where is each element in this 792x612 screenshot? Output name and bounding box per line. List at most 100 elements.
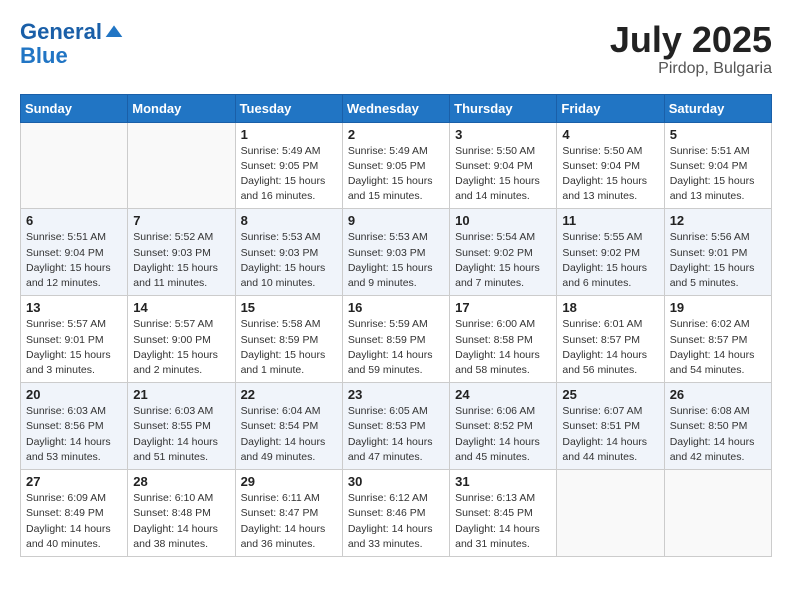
day-number: 30 (348, 474, 444, 489)
day-info: Sunrise: 6:11 AMSunset: 8:47 PMDaylight:… (241, 491, 337, 552)
calendar-week-row: 13 Sunrise: 5:57 AMSunset: 9:01 PMDayligh… (21, 296, 772, 383)
page-header: General Blue July 2025 Pirdop, Bulgaria (20, 20, 772, 78)
day-number: 23 (348, 387, 444, 402)
logo-text-blue: Blue (20, 44, 124, 68)
day-info: Sunrise: 6:02 AMSunset: 8:57 PMDaylight:… (670, 317, 766, 378)
calendar-table: Sunday Monday Tuesday Wednesday Thursday… (20, 94, 772, 557)
table-row: 24Sunrise: 6:06 AMSunset: 8:52 PMDayligh… (450, 383, 557, 470)
table-row: 21 Sunrise: 6:03 AMSunset: 8:55 PMDayligh… (128, 383, 235, 470)
day-number: 25 (562, 387, 658, 402)
day-info: Sunrise: 5:51 AMSunset: 9:04 PMDaylight:… (670, 144, 766, 205)
day-info: Sunrise: 6:04 AMSunset: 8:54 PMDaylight:… (241, 404, 337, 465)
day-info: Sunrise: 5:55 AMSunset: 9:02 PMDaylight:… (562, 230, 658, 291)
day-number: 15 (241, 300, 337, 315)
table-row: 25Sunrise: 6:07 AMSunset: 8:51 PMDayligh… (557, 383, 664, 470)
day-number: 14 (133, 300, 229, 315)
calendar-week-row: 1 Sunrise: 5:49 AMSunset: 9:05 PMDaylight… (21, 122, 772, 209)
day-number: 26 (670, 387, 766, 402)
day-number: 3 (455, 127, 551, 142)
day-number: 6 (26, 213, 122, 228)
table-row: 14 Sunrise: 5:57 AMSunset: 9:00 PMDayligh… (128, 296, 235, 383)
table-row: 26 Sunrise: 6:08 AMSunset: 8:50 PMDayligh… (664, 383, 771, 470)
table-row: 23 Sunrise: 6:05 AMSunset: 8:53 PMDayligh… (342, 383, 449, 470)
day-info: Sunrise: 6:00 AMSunset: 8:58 PMDaylight:… (455, 317, 551, 378)
day-info: Sunrise: 6:09 AMSunset: 8:49 PMDaylight:… (26, 491, 122, 552)
col-thursday: Thursday (450, 94, 557, 122)
day-info: Sunrise: 6:03 AMSunset: 8:56 PMDaylight:… (26, 404, 122, 465)
day-info: Sunrise: 5:49 AMSunset: 9:05 PMDaylight:… (241, 144, 337, 205)
table-row: 17Sunrise: 6:00 AMSunset: 8:58 PMDayligh… (450, 296, 557, 383)
day-number: 13 (26, 300, 122, 315)
day-info: Sunrise: 5:59 AMSunset: 8:59 PMDaylight:… (348, 317, 444, 378)
day-info: Sunrise: 5:49 AMSunset: 9:05 PMDaylight:… (348, 144, 444, 205)
table-row: 5 Sunrise: 5:51 AMSunset: 9:04 PMDaylight… (664, 122, 771, 209)
day-number: 2 (348, 127, 444, 142)
col-tuesday: Tuesday (235, 94, 342, 122)
table-row: 30 Sunrise: 6:12 AMSunset: 8:46 PMDayligh… (342, 470, 449, 557)
day-number: 16 (348, 300, 444, 315)
table-row: 20 Sunrise: 6:03 AMSunset: 8:56 PMDayligh… (21, 383, 128, 470)
table-row: 11 Sunrise: 5:55 AMSunset: 9:02 PMDayligh… (557, 209, 664, 296)
table-row: 8 Sunrise: 5:53 AMSunset: 9:03 PMDaylight… (235, 209, 342, 296)
day-info: Sunrise: 6:05 AMSunset: 8:53 PMDaylight:… (348, 404, 444, 465)
day-number: 22 (241, 387, 337, 402)
day-number: 18 (562, 300, 658, 315)
table-row: 2 Sunrise: 5:49 AMSunset: 9:05 PMDaylight… (342, 122, 449, 209)
table-row: 28Sunrise: 6:10 AMSunset: 8:48 PMDayligh… (128, 470, 235, 557)
col-monday: Monday (128, 94, 235, 122)
table-row: 1 Sunrise: 5:49 AMSunset: 9:05 PMDaylight… (235, 122, 342, 209)
day-info: Sunrise: 5:53 AMSunset: 9:03 PMDaylight:… (348, 230, 444, 291)
day-info: Sunrise: 6:03 AMSunset: 8:55 PMDaylight:… (133, 404, 229, 465)
table-row: 7Sunrise: 5:52 AMSunset: 9:03 PMDaylight… (128, 209, 235, 296)
day-info: Sunrise: 5:57 AMSunset: 9:00 PMDaylight:… (133, 317, 229, 378)
table-row: 9 Sunrise: 5:53 AMSunset: 9:03 PMDaylight… (342, 209, 449, 296)
day-info: Sunrise: 5:50 AMSunset: 9:04 PMDaylight:… (455, 144, 551, 205)
day-info: Sunrise: 6:08 AMSunset: 8:50 PMDaylight:… (670, 404, 766, 465)
table-row: 29 Sunrise: 6:11 AMSunset: 8:47 PMDayligh… (235, 470, 342, 557)
day-info: Sunrise: 5:51 AMSunset: 9:04 PMDaylight:… (26, 230, 122, 291)
month-year: July 2025 (610, 20, 772, 60)
day-info: Sunrise: 5:57 AMSunset: 9:01 PMDaylight:… (26, 317, 122, 378)
table-row: 4Sunrise: 5:50 AMSunset: 9:04 PMDaylight… (557, 122, 664, 209)
day-number: 5 (670, 127, 766, 142)
table-row: 16 Sunrise: 5:59 AMSunset: 8:59 PMDayligh… (342, 296, 449, 383)
logo-text: General (20, 20, 102, 44)
calendar-week-row: 20 Sunrise: 6:03 AMSunset: 8:56 PMDayligh… (21, 383, 772, 470)
day-number: 20 (26, 387, 122, 402)
day-number: 21 (133, 387, 229, 402)
day-info: Sunrise: 5:50 AMSunset: 9:04 PMDaylight:… (562, 144, 658, 205)
calendar-header-row: Sunday Monday Tuesday Wednesday Thursday… (21, 94, 772, 122)
table-row: 13 Sunrise: 5:57 AMSunset: 9:01 PMDayligh… (21, 296, 128, 383)
table-row (128, 122, 235, 209)
title-block: July 2025 Pirdop, Bulgaria (610, 20, 772, 78)
col-sunday: Sunday (21, 94, 128, 122)
day-info: Sunrise: 5:56 AMSunset: 9:01 PMDaylight:… (670, 230, 766, 291)
col-saturday: Saturday (664, 94, 771, 122)
table-row (21, 122, 128, 209)
table-row: 10Sunrise: 5:54 AMSunset: 9:02 PMDayligh… (450, 209, 557, 296)
day-info: Sunrise: 5:52 AMSunset: 9:03 PMDaylight:… (133, 230, 229, 291)
table-row: 3 Sunrise: 5:50 AMSunset: 9:04 PMDaylight… (450, 122, 557, 209)
table-row: 19Sunrise: 6:02 AMSunset: 8:57 PMDayligh… (664, 296, 771, 383)
day-info: Sunrise: 5:53 AMSunset: 9:03 PMDaylight:… (241, 230, 337, 291)
day-number: 29 (241, 474, 337, 489)
table-row (557, 470, 664, 557)
calendar-week-row: 6 Sunrise: 5:51 AMSunset: 9:04 PMDaylight… (21, 209, 772, 296)
logo-icon (104, 22, 124, 42)
day-info: Sunrise: 6:12 AMSunset: 8:46 PMDaylight:… (348, 491, 444, 552)
day-info: Sunrise: 6:01 AMSunset: 8:57 PMDaylight:… (562, 317, 658, 378)
day-info: Sunrise: 6:06 AMSunset: 8:52 PMDaylight:… (455, 404, 551, 465)
table-row: 18 Sunrise: 6:01 AMSunset: 8:57 PMDayligh… (557, 296, 664, 383)
table-row: 27Sunrise: 6:09 AMSunset: 8:49 PMDayligh… (21, 470, 128, 557)
day-number: 31 (455, 474, 551, 489)
table-row: 15Sunrise: 5:58 AMSunset: 8:59 PMDayligh… (235, 296, 342, 383)
day-info: Sunrise: 5:54 AMSunset: 9:02 PMDaylight:… (455, 230, 551, 291)
table-row: 6 Sunrise: 5:51 AMSunset: 9:04 PMDaylight… (21, 209, 128, 296)
day-number: 1 (241, 127, 337, 142)
day-number: 9 (348, 213, 444, 228)
day-number: 11 (562, 213, 658, 228)
logo: General Blue (20, 20, 124, 68)
day-number: 8 (241, 213, 337, 228)
col-wednesday: Wednesday (342, 94, 449, 122)
calendar-week-row: 27Sunrise: 6:09 AMSunset: 8:49 PMDayligh… (21, 470, 772, 557)
